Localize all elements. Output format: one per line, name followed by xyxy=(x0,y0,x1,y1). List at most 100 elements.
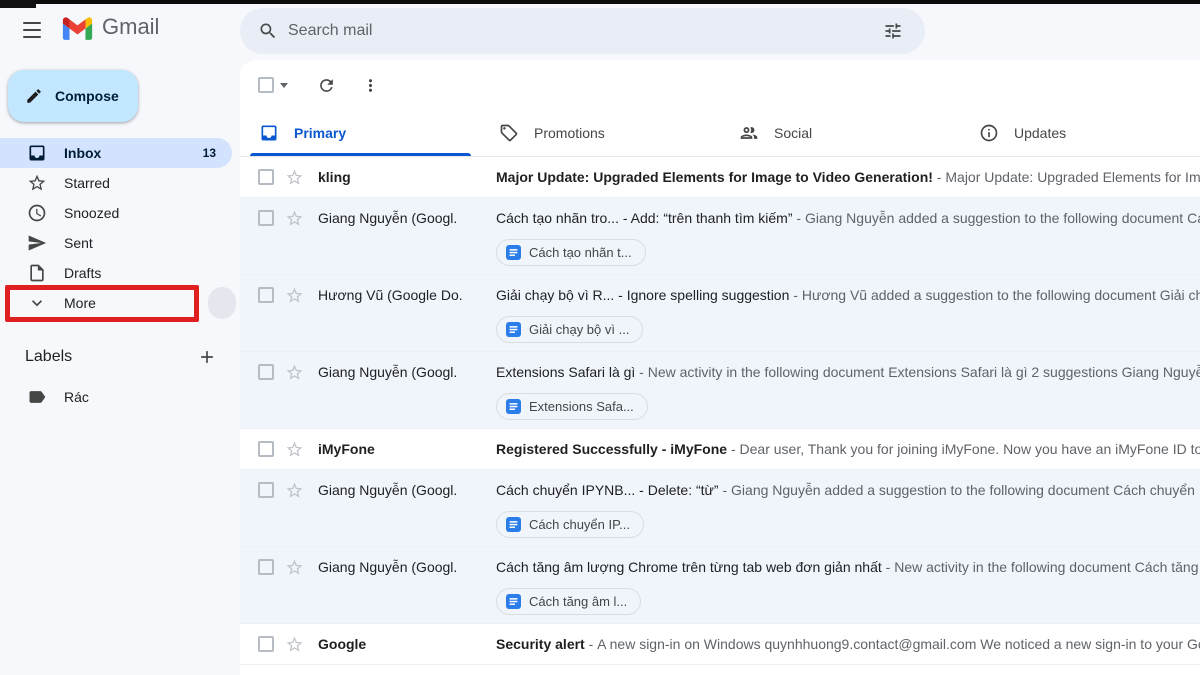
tab-promotions[interactable]: Promotions xyxy=(480,110,720,156)
star-icon[interactable] xyxy=(280,198,309,238)
tab-updates[interactable]: Updates xyxy=(960,110,1200,156)
search-icon[interactable] xyxy=(248,11,288,51)
row-checkbox[interactable] xyxy=(240,470,280,510)
doc-chip[interactable]: Extensions Safa... xyxy=(496,393,648,420)
inbox-tab-icon xyxy=(259,123,279,143)
email-row[interactable]: Giang Nguyễn (Googl. Cách tăng âm lượng … xyxy=(240,547,1200,624)
star-icon[interactable] xyxy=(280,547,309,587)
label-name: Rác xyxy=(64,389,89,405)
sidebar-item-sent[interactable]: Sent xyxy=(0,228,232,258)
sidebar-nav: Inbox 13 Starred Snoozed Sent Drafts Mor… xyxy=(0,138,240,318)
tab-label: Updates xyxy=(1014,125,1066,141)
email-sender: Hương Vũ (Google Do. xyxy=(309,275,496,315)
clock-icon xyxy=(27,203,47,223)
inbox-icon xyxy=(27,143,47,163)
gmail-m-icon xyxy=(62,15,93,40)
email-subject: Registered Successfully - iMyFone xyxy=(496,441,727,457)
email-sender: kling xyxy=(309,157,496,197)
gmail-logo: Gmail xyxy=(62,14,159,40)
email-sender: Giang Nguyễn (Googl. xyxy=(309,352,496,392)
search-filter-icon[interactable] xyxy=(873,11,913,51)
email-row[interactable]: Hương Vũ (Google Do. Giải chạy bộ vì R..… xyxy=(240,275,1200,352)
brand-name: Gmail xyxy=(102,14,159,40)
star-icon[interactable] xyxy=(280,624,309,664)
more-options-icon[interactable] xyxy=(356,71,384,99)
doc-chip[interactable]: Cách tạo nhãn t... xyxy=(496,239,646,266)
refresh-icon[interactable] xyxy=(312,71,340,99)
google-docs-icon xyxy=(506,399,521,414)
tab-label: Promotions xyxy=(534,125,605,141)
email-row[interactable]: Giang Nguyễn (Googl. Extensions Safari l… xyxy=(240,352,1200,429)
header-bar: Gmail xyxy=(0,0,1200,60)
row-checkbox[interactable] xyxy=(240,352,280,392)
email-row[interactable]: Giang Nguyễn (Googl. Cách tạo nhãn tro..… xyxy=(240,198,1200,275)
sidebar-scrollbar-thumb[interactable] xyxy=(208,287,236,319)
email-sender: Google xyxy=(309,665,496,675)
email-subject: Cách chuyển IPYNB... - Delete: “từ” xyxy=(496,482,719,498)
tab-label: Primary xyxy=(294,125,346,141)
email-row[interactable]: Giang Nguyễn (Googl. Cách chuyển IPYNB..… xyxy=(240,470,1200,547)
star-icon[interactable] xyxy=(280,275,309,315)
row-checkbox[interactable] xyxy=(240,157,280,197)
email-row[interactable]: Google ✓Hương, finish setting up your iP… xyxy=(240,665,1200,675)
tab-label: Social xyxy=(774,125,812,141)
select-all-checkbox[interactable] xyxy=(258,77,274,93)
email-sender: Giang Nguyễn (Googl. xyxy=(309,198,496,238)
email-list: kling Major Update: Upgraded Elements fo… xyxy=(240,157,1200,675)
list-toolbar xyxy=(240,60,1200,110)
add-label-button[interactable] xyxy=(195,345,219,369)
doc-chip-label: Cách tạo nhãn t... xyxy=(529,245,632,260)
google-docs-icon xyxy=(506,594,521,609)
sidebar-item-label: More xyxy=(64,295,96,311)
row-checkbox[interactable] xyxy=(240,275,280,315)
doc-chip[interactable]: Cách chuyển IP... xyxy=(496,511,644,538)
email-row[interactable]: iMyFone Registered Successfully - iMyFon… xyxy=(240,429,1200,470)
sidebar: Compose Inbox 13 Starred Snoozed Sent Dr… xyxy=(0,60,240,675)
labels-header: Labels xyxy=(25,348,72,366)
star-icon[interactable] xyxy=(280,352,309,392)
main-menu-icon[interactable] xyxy=(20,19,44,41)
sidebar-label-rac[interactable]: Rác xyxy=(0,382,232,412)
star-icon[interactable] xyxy=(280,470,309,510)
row-checkbox[interactable] xyxy=(240,198,280,238)
doc-chip-label: Extensions Safa... xyxy=(529,399,634,414)
doc-chip[interactable]: Giải chạy bộ vì ... xyxy=(496,316,643,343)
email-snippet: Major Update: Upgraded Elements for Imag… xyxy=(945,169,1200,185)
email-subject: Cách tăng âm lượng Chrome trên từng tab … xyxy=(496,559,882,575)
doc-chip-label: Giải chạy bộ vì ... xyxy=(529,322,629,337)
search-bar[interactable] xyxy=(240,8,925,54)
select-dropdown-icon[interactable] xyxy=(280,83,288,88)
email-snippet: New activity in the following document C… xyxy=(894,559,1200,575)
email-row[interactable]: Google Security alert - A new sign-in on… xyxy=(240,624,1200,665)
label-tag-icon xyxy=(27,387,47,407)
row-checkbox[interactable] xyxy=(240,665,280,675)
sidebar-item-drafts[interactable]: Drafts xyxy=(0,258,232,288)
compose-button[interactable]: Compose xyxy=(8,70,138,122)
email-sender: Giang Nguyễn (Googl. xyxy=(309,470,496,510)
star-icon[interactable] xyxy=(280,157,309,197)
tab-social[interactable]: Social xyxy=(720,110,960,156)
sidebar-item-label: Inbox xyxy=(64,145,101,161)
sidebar-item-inbox[interactable]: Inbox 13 xyxy=(0,138,232,168)
sidebar-item-starred[interactable]: Starred xyxy=(0,168,232,198)
row-checkbox[interactable] xyxy=(240,624,280,664)
email-sender: Giang Nguyễn (Googl. xyxy=(309,547,496,587)
sidebar-item-label: Starred xyxy=(64,175,110,191)
row-checkbox[interactable] xyxy=(240,547,280,587)
sidebar-item-more[interactable]: More xyxy=(0,288,232,318)
search-input[interactable] xyxy=(288,22,873,40)
email-subject: Cách tạo nhãn tro... - Add: “trên thanh … xyxy=(496,210,792,226)
email-subject: Giải chạy bộ vì R... - Ignore spelling s… xyxy=(496,287,789,303)
sidebar-item-snoozed[interactable]: Snoozed xyxy=(0,198,232,228)
row-checkbox[interactable] xyxy=(240,429,280,469)
google-docs-icon xyxy=(506,245,521,260)
tab-primary[interactable]: Primary xyxy=(240,110,480,156)
star-icon[interactable] xyxy=(280,429,309,469)
mail-panel: Primary Promotions Social Updates kling … xyxy=(240,60,1200,675)
google-docs-icon xyxy=(506,517,521,532)
email-row[interactable]: kling Major Update: Upgraded Elements fo… xyxy=(240,157,1200,198)
star-icon[interactable] xyxy=(280,665,309,675)
doc-chip[interactable]: Cách tăng âm l... xyxy=(496,588,641,615)
info-icon xyxy=(979,123,999,143)
pencil-icon xyxy=(25,87,43,105)
